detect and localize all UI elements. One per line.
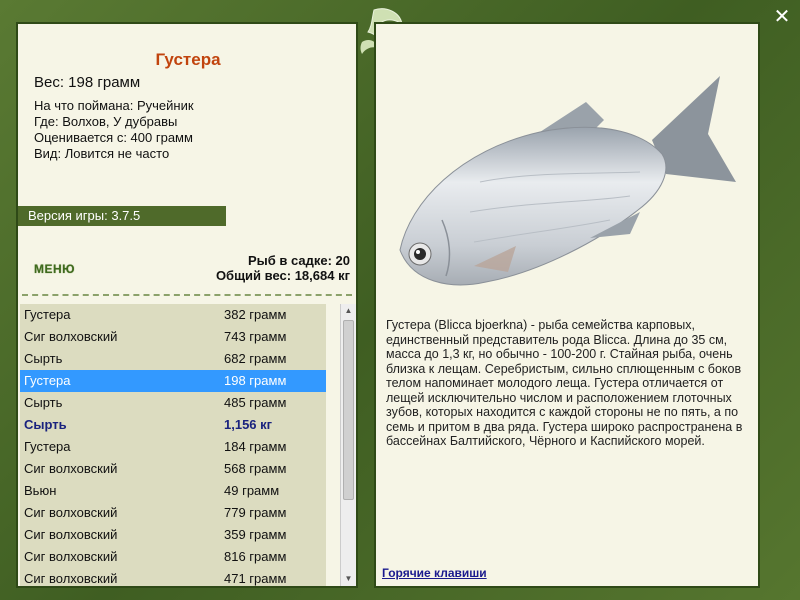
list-item-name: Сиг волховский	[24, 527, 118, 542]
list-item-name: Густера	[24, 439, 71, 454]
list-item[interactable]: Сиг волховский 568 грамм	[20, 458, 326, 480]
fish-info-panel: Густера Вес: 198 грамм На что поймана: Р…	[16, 22, 358, 588]
list-item-name: Сиг волховский	[24, 505, 118, 520]
scroll-up-arrow-icon[interactable]: ▲	[341, 304, 356, 318]
list-item-name: Сырть	[24, 395, 63, 410]
list-item[interactable]: Густера 184 грамм	[20, 436, 326, 458]
close-icon[interactable]: ✕	[770, 4, 794, 28]
list-item-weight: 682 грамм	[224, 351, 287, 366]
list-item-name: Сиг волховский	[24, 571, 118, 586]
scroll-down-arrow-icon[interactable]: ▼	[341, 572, 356, 586]
list-item-name: Сиг волховский	[24, 461, 118, 476]
list-item-weight: 568 грамм	[224, 461, 287, 476]
catch-list-scrollbar[interactable]: ▲ ▼	[340, 304, 356, 586]
list-item[interactable]: Сиг волховский 779 грамм	[20, 502, 326, 524]
fish-weight: Вес: 198 грамм	[34, 74, 141, 91]
catch-total-weight: Общий вес: 18,684 кг	[215, 268, 350, 283]
list-item[interactable]: Сырть 682 грамм	[20, 348, 326, 370]
menu-button[interactable]: МЕНЮ	[34, 262, 75, 276]
game-version: Версия игры: 3.7.5	[18, 206, 226, 226]
list-item-weight: 485 грамм	[224, 395, 287, 410]
list-item-name: Сиг волховский	[24, 549, 118, 564]
fish-bait: На что поймана: Ручейник	[34, 98, 194, 113]
fish-details: На что поймана: Ручейник Где: Волхов, У …	[34, 98, 194, 162]
scroll-thumb[interactable]	[343, 320, 354, 500]
list-item-weight: 743 грамм	[224, 329, 287, 344]
hotkeys-link[interactable]: Горячие клавиши	[382, 566, 487, 580]
fish-description: Густера (Blicca bjoerkna) - рыба семейст…	[386, 318, 743, 448]
fish-name-title: Густера	[155, 50, 221, 69]
list-item[interactable]: Сиг волховский 743 грамм	[20, 326, 326, 348]
list-item-name: Сырть	[24, 417, 67, 432]
catch-stats: Рыб в садке: 20 Общий вес: 18,684 кг	[216, 253, 350, 283]
list-item[interactable]: Густера 198 грамм	[20, 370, 326, 392]
list-item-weight: 1,156 кг	[224, 417, 273, 432]
list-item-weight: 49 грамм	[224, 483, 280, 498]
list-item-weight: 779 грамм	[224, 505, 287, 520]
list-item[interactable]: Сиг волховский 359 грамм	[20, 524, 326, 546]
list-item-weight: 816 грамм	[224, 549, 287, 564]
list-item[interactable]: Вьюн 49 грамм	[20, 480, 326, 502]
list-item[interactable]: Сиг волховский 471 грамм	[20, 568, 326, 586]
list-item-weight: 184 грамм	[224, 439, 287, 454]
fish-description-panel: Густера (Blicca bjoerkna) - рыба семейст…	[374, 22, 760, 588]
fish-price: Оценивается с: 400 грамм	[34, 130, 193, 145]
list-item[interactable]: Сырть 485 грамм	[20, 392, 326, 414]
divider	[22, 294, 352, 296]
fish-image	[399, 76, 736, 286]
catch-count: Рыб в садке: 20	[247, 253, 350, 268]
fish-location: Где: Волхов, У дубравы	[34, 114, 178, 129]
list-item-name: Вьюн	[24, 483, 57, 498]
list-item-name: Густера	[24, 373, 71, 388]
fish-rarity: Вид: Ловится не часто	[34, 146, 170, 161]
list-item-weight: 359 грамм	[224, 527, 287, 542]
list-item-weight: 471 грамм	[224, 571, 287, 586]
list-item-weight: 382 грамм	[224, 307, 287, 322]
list-item[interactable]: Густера 382 грамм	[20, 304, 326, 326]
list-item[interactable]: Сиг волховский 816 грамм	[20, 546, 326, 568]
catch-list[interactable]: Густера 382 грамм Сиг волховский 743 грамм С…	[20, 304, 326, 586]
list-item[interactable]: Сырть 1,156 кг	[20, 414, 326, 436]
list-item-name: Густера	[24, 307, 71, 322]
list-item-weight: 198 грамм	[224, 373, 287, 388]
list-item-name: Сырть	[24, 351, 63, 366]
list-item-name: Сиг волховский	[24, 329, 118, 344]
